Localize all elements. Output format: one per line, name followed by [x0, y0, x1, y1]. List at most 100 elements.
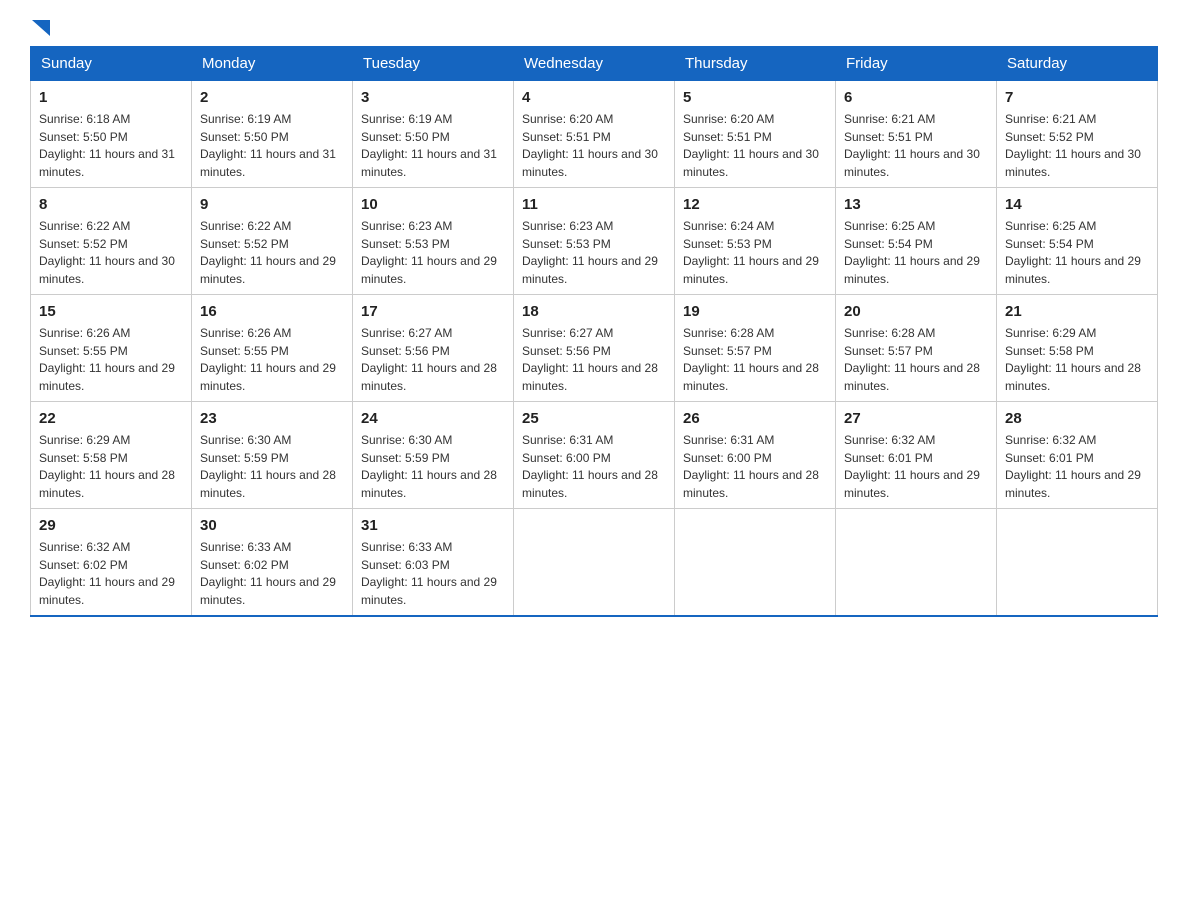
weekday-header-tuesday: Tuesday [353, 47, 514, 81]
calendar-cell [675, 509, 836, 617]
calendar-cell: 4Sunrise: 6:20 AMSunset: 5:51 PMDaylight… [514, 81, 675, 188]
calendar-cell: 29 Sunrise: 6:32 AMSunset: 6:02 PMDayligh… [31, 509, 192, 617]
day-number: 6 [844, 87, 988, 108]
day-number: 20 [844, 301, 988, 322]
day-info: Sunrise: 6:26 AMSunset: 5:55 PMDaylight:… [39, 326, 175, 393]
calendar-cell: 20Sunrise: 6:28 AMSunset: 5:57 PMDayligh… [836, 295, 997, 402]
day-number: 14 [1005, 194, 1149, 215]
day-info: Sunrise: 6:30 AMSunset: 5:59 PMDaylight:… [200, 433, 336, 500]
day-number: 1 [39, 87, 183, 108]
day-number: 29 [39, 515, 183, 536]
logo-triangle-icon [32, 20, 50, 36]
calendar-cell [997, 509, 1158, 617]
day-number: 31 [361, 515, 505, 536]
calendar-cell: 24Sunrise: 6:30 AMSunset: 5:59 PMDayligh… [353, 402, 514, 509]
calendar-cell: 10Sunrise: 6:23 AMSunset: 5:53 PMDayligh… [353, 188, 514, 295]
day-number: 21 [1005, 301, 1149, 322]
page-header [30, 20, 1158, 36]
day-number: 27 [844, 408, 988, 429]
day-number: 26 [683, 408, 827, 429]
day-number: 25 [522, 408, 666, 429]
day-info: Sunrise: 6:28 AMSunset: 5:57 PMDaylight:… [683, 326, 819, 393]
calendar-cell: 6 Sunrise: 6:21 AMSunset: 5:51 PMDaylight… [836, 81, 997, 188]
calendar-cell: 8 Sunrise: 6:22 AMSunset: 5:52 PMDaylight… [31, 188, 192, 295]
day-info: Sunrise: 6:23 AMSunset: 5:53 PMDaylight:… [361, 219, 497, 286]
day-info: Sunrise: 6:33 AMSunset: 6:02 PMDaylight:… [200, 540, 336, 607]
calendar-cell: 1 Sunrise: 6:18 AMSunset: 5:50 PMDaylight… [31, 81, 192, 188]
day-info: Sunrise: 6:27 AMSunset: 5:56 PMDaylight:… [361, 326, 497, 393]
day-number: 4 [522, 87, 666, 108]
calendar-cell: 15 Sunrise: 6:26 AMSunset: 5:55 PMDayligh… [31, 295, 192, 402]
calendar-week-5: 29 Sunrise: 6:32 AMSunset: 6:02 PMDayligh… [31, 509, 1158, 617]
day-info: Sunrise: 6:31 AMSunset: 6:00 PMDaylight:… [522, 433, 658, 500]
day-info: Sunrise: 6:18 AMSunset: 5:50 PMDaylight:… [39, 112, 175, 179]
calendar-cell: 18 Sunrise: 6:27 AMSunset: 5:56 PMDayligh… [514, 295, 675, 402]
calendar-cell: 3 Sunrise: 6:19 AMSunset: 5:50 PMDaylight… [353, 81, 514, 188]
calendar-cell: 21 Sunrise: 6:29 AMSunset: 5:58 PMDayligh… [997, 295, 1158, 402]
weekday-header-monday: Monday [192, 47, 353, 81]
weekday-header-wednesday: Wednesday [514, 47, 675, 81]
calendar-cell: 25 Sunrise: 6:31 AMSunset: 6:00 PMDayligh… [514, 402, 675, 509]
weekday-header-thursday: Thursday [675, 47, 836, 81]
day-info: Sunrise: 6:22 AMSunset: 5:52 PMDaylight:… [200, 219, 336, 286]
day-number: 19 [683, 301, 827, 322]
day-info: Sunrise: 6:29 AMSunset: 5:58 PMDaylight:… [1005, 326, 1141, 393]
day-info: Sunrise: 6:33 AMSunset: 6:03 PMDaylight:… [361, 540, 497, 607]
day-info: Sunrise: 6:32 AMSunset: 6:01 PMDaylight:… [844, 433, 980, 500]
day-info: Sunrise: 6:19 AMSunset: 5:50 PMDaylight:… [361, 112, 497, 179]
day-info: Sunrise: 6:25 AMSunset: 5:54 PMDaylight:… [844, 219, 980, 286]
day-info: Sunrise: 6:19 AMSunset: 5:50 PMDaylight:… [200, 112, 336, 179]
calendar-cell: 28 Sunrise: 6:32 AMSunset: 6:01 PMDayligh… [997, 402, 1158, 509]
day-number: 28 [1005, 408, 1149, 429]
day-info: Sunrise: 6:24 AMSunset: 5:53 PMDaylight:… [683, 219, 819, 286]
calendar-week-1: 1 Sunrise: 6:18 AMSunset: 5:50 PMDaylight… [31, 81, 1158, 188]
calendar-cell: 17 Sunrise: 6:27 AMSunset: 5:56 PMDayligh… [353, 295, 514, 402]
calendar-cell: 5 Sunrise: 6:20 AMSunset: 5:51 PMDaylight… [675, 81, 836, 188]
calendar-table: SundayMondayTuesdayWednesdayThursdayFrid… [30, 46, 1158, 617]
day-info: Sunrise: 6:32 AMSunset: 6:01 PMDaylight:… [1005, 433, 1141, 500]
calendar-cell: 31 Sunrise: 6:33 AMSunset: 6:03 PMDayligh… [353, 509, 514, 617]
weekday-header-sunday: Sunday [31, 47, 192, 81]
weekday-header-saturday: Saturday [997, 47, 1158, 81]
day-number: 13 [844, 194, 988, 215]
day-number: 3 [361, 87, 505, 108]
day-info: Sunrise: 6:26 AMSunset: 5:55 PMDaylight:… [200, 326, 336, 393]
day-info: Sunrise: 6:22 AMSunset: 5:52 PMDaylight:… [39, 219, 175, 286]
calendar-cell: 30 Sunrise: 6:33 AMSunset: 6:02 PMDayligh… [192, 509, 353, 617]
day-number: 12 [683, 194, 827, 215]
day-number: 18 [522, 301, 666, 322]
day-number: 17 [361, 301, 505, 322]
day-info: Sunrise: 6:25 AMSunset: 5:54 PMDaylight:… [1005, 219, 1141, 286]
day-info: Sunrise: 6:21 AMSunset: 5:51 PMDaylight:… [844, 112, 980, 179]
day-number: 5 [683, 87, 827, 108]
calendar-cell: 11 Sunrise: 6:23 AMSunset: 5:53 PMDayligh… [514, 188, 675, 295]
day-number: 8 [39, 194, 183, 215]
calendar-cell [836, 509, 997, 617]
day-number: 2 [200, 87, 344, 108]
calendar-cell: 26 Sunrise: 6:31 AMSunset: 6:00 PMDayligh… [675, 402, 836, 509]
day-number: 30 [200, 515, 344, 536]
day-info: Sunrise: 6:27 AMSunset: 5:56 PMDaylight:… [522, 326, 658, 393]
day-number: 11 [522, 194, 666, 215]
weekday-header-row: SundayMondayTuesdayWednesdayThursdayFrid… [31, 47, 1158, 81]
day-number: 22 [39, 408, 183, 429]
calendar-cell: 7 Sunrise: 6:21 AMSunset: 5:52 PMDaylight… [997, 81, 1158, 188]
day-number: 24 [361, 408, 505, 429]
calendar-cell: 16Sunrise: 6:26 AMSunset: 5:55 PMDayligh… [192, 295, 353, 402]
day-info: Sunrise: 6:21 AMSunset: 5:52 PMDaylight:… [1005, 112, 1141, 179]
day-number: 7 [1005, 87, 1149, 108]
calendar-cell: 23Sunrise: 6:30 AMSunset: 5:59 PMDayligh… [192, 402, 353, 509]
calendar-cell: 22Sunrise: 6:29 AMSunset: 5:58 PMDayligh… [31, 402, 192, 509]
calendar-cell: 14 Sunrise: 6:25 AMSunset: 5:54 PMDayligh… [997, 188, 1158, 295]
day-info: Sunrise: 6:31 AMSunset: 6:00 PMDaylight:… [683, 433, 819, 500]
calendar-week-3: 15 Sunrise: 6:26 AMSunset: 5:55 PMDayligh… [31, 295, 1158, 402]
calendar-cell: 9 Sunrise: 6:22 AMSunset: 5:52 PMDaylight… [192, 188, 353, 295]
calendar-cell [514, 509, 675, 617]
calendar-cell: 13 Sunrise: 6:25 AMSunset: 5:54 PMDayligh… [836, 188, 997, 295]
day-info: Sunrise: 6:32 AMSunset: 6:02 PMDaylight:… [39, 540, 175, 607]
calendar-cell: 19 Sunrise: 6:28 AMSunset: 5:57 PMDayligh… [675, 295, 836, 402]
day-number: 15 [39, 301, 183, 322]
day-info: Sunrise: 6:20 AMSunset: 5:51 PMDaylight:… [683, 112, 819, 179]
day-info: Sunrise: 6:23 AMSunset: 5:53 PMDaylight:… [522, 219, 658, 286]
day-number: 9 [200, 194, 344, 215]
